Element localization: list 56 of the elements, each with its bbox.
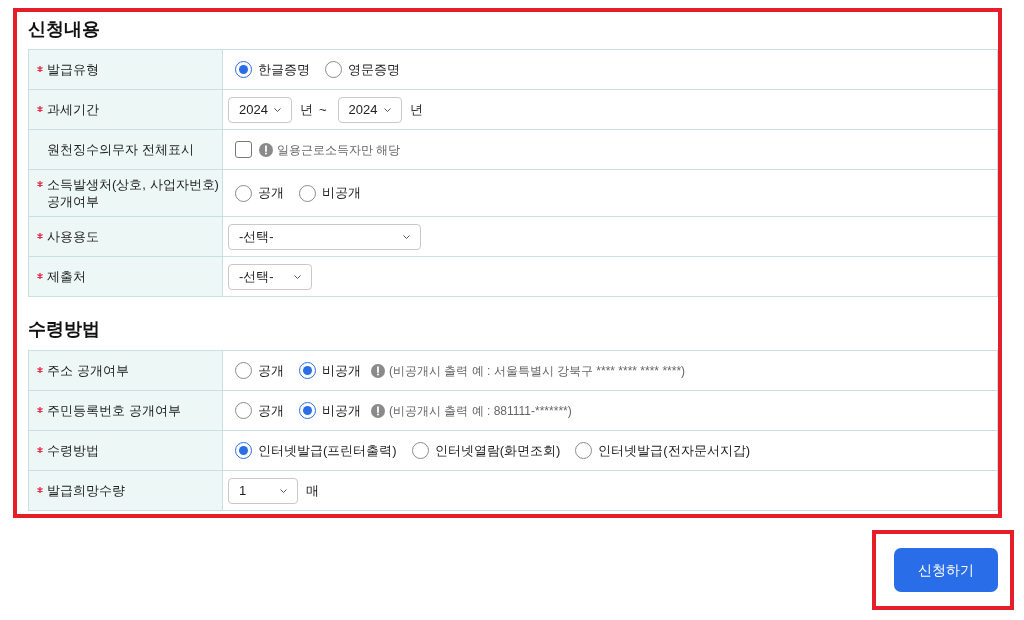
range-separator: ~	[319, 100, 327, 119]
radio-button[interactable]	[235, 442, 252, 459]
radio-label[interactable]: 영문증명	[348, 59, 400, 80]
radio-label[interactable]: 인터넷발급(프린터출력)	[258, 440, 397, 461]
radio-label[interactable]: 비공개	[322, 183, 361, 203]
radio-button[interactable]	[235, 402, 252, 419]
radio-label[interactable]: 인터넷열람(화면조회)	[434, 440, 561, 461]
radio-button[interactable]	[235, 184, 252, 202]
unit-label: 년	[409, 100, 423, 119]
submit-button[interactable]: 신청하기	[894, 548, 998, 592]
radio-button[interactable]	[299, 402, 316, 419]
field-label: 발급유형	[47, 61, 99, 78]
radio-button[interactable]	[299, 184, 316, 202]
radio-label[interactable]: 공개	[258, 400, 284, 421]
radio-button[interactable]	[235, 61, 252, 78]
chevron-down-icon	[274, 107, 281, 112]
chevron-down-icon	[383, 107, 391, 112]
dropdown[interactable]: 1	[228, 477, 298, 504]
note-text: (비공개시 출력 예 : 서울특별시 강북구 **** **** **** ****)	[389, 362, 686, 380]
radio-label[interactable]: 공개	[258, 360, 284, 381]
dropdown[interactable]: 2024	[337, 96, 402, 123]
info-icon	[371, 363, 385, 378]
radio-button[interactable]	[325, 61, 342, 78]
field-label: 소득발생처(상호, 사업자번호) 공개여부	[47, 176, 220, 210]
radio-label[interactable]: 인터넷발급(전자문서지갑)	[598, 440, 750, 461]
chevron-down-icon	[403, 234, 410, 239]
field-label: 수령방법	[47, 442, 99, 459]
dropdown[interactable]: 2024	[228, 96, 292, 123]
radio-button[interactable]	[299, 362, 316, 379]
field-label: 발급희망수량	[47, 482, 125, 499]
field-label: 제출처	[47, 268, 86, 285]
note-text: 일용근로소득자만 해당	[277, 141, 401, 159]
radio-label[interactable]: 공개	[258, 183, 284, 203]
radio-label[interactable]: 비공개	[322, 360, 361, 381]
unit-label: 년	[300, 100, 313, 119]
dropdown[interactable]: -선택-	[228, 263, 312, 290]
note-text: (비공개시 출력 예 : 881111-*******)	[389, 402, 572, 420]
field-label: 원천징수의무자 전체표시	[47, 141, 194, 158]
field-label: 주소 공개여부	[47, 362, 129, 379]
radio-button[interactable]	[411, 442, 429, 459]
unit-label: 매	[306, 481, 319, 500]
radio-button[interactable]	[235, 362, 252, 379]
info-icon	[259, 142, 273, 157]
section-title: 신청내용	[28, 18, 100, 40]
radio-label[interactable]: 한글증명	[258, 59, 310, 80]
radio-label[interactable]: 비공개	[322, 400, 361, 421]
field-label: 과세기간	[47, 101, 99, 118]
chevron-down-icon	[280, 488, 287, 493]
radio-button[interactable]	[575, 442, 593, 459]
info-icon	[371, 403, 385, 418]
section-title: 수령방법	[28, 318, 100, 340]
chevron-down-icon	[294, 274, 301, 279]
checkbox[interactable]	[235, 141, 252, 158]
field-label: 주민등록번호 공개여부	[47, 402, 181, 419]
dropdown[interactable]: -선택-	[228, 223, 421, 250]
field-label: 사용용도	[47, 228, 99, 245]
